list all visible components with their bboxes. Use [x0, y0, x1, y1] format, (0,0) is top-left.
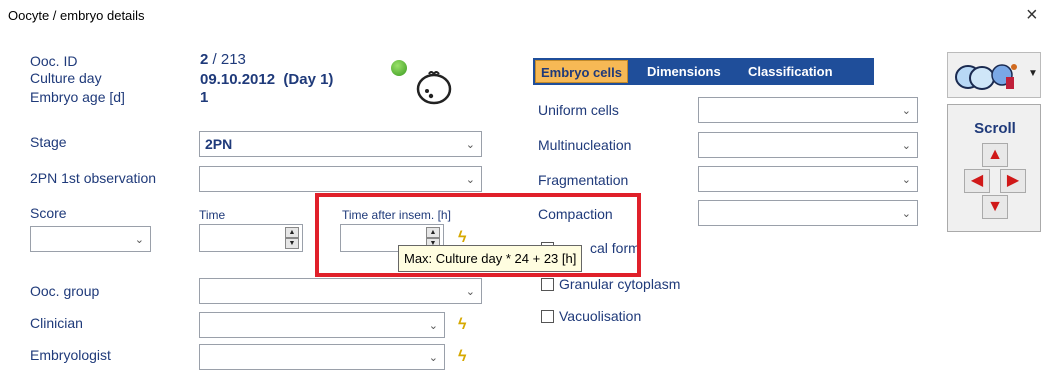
chevron-down-icon: ⌄ — [901, 105, 911, 117]
chevron-down-icon: ⌄ — [465, 174, 475, 186]
ooc-id-label: Ooc. ID — [30, 53, 78, 69]
ooc-group-label: Ooc. group — [30, 283, 100, 299]
chevron-down-icon: ⌄ — [901, 208, 911, 220]
lightning-icon[interactable]: ϟ — [458, 316, 466, 334]
chevron-down-icon: ⌄ — [428, 320, 438, 332]
granular-cytoplasm-checkbox[interactable] — [541, 278, 554, 291]
clinician-select[interactable]: ⌄ — [199, 312, 445, 338]
stage-select-value: 2PN — [205, 136, 233, 152]
granular-cytoplasm-label: Granular cytoplasm — [559, 276, 681, 292]
title-bar: Oocyte / embryo details × — [0, 0, 1049, 30]
time-spinner[interactable]: ▲ ▼ — [199, 224, 303, 252]
spin-down-icon[interactable]: ▼ — [285, 238, 299, 249]
scroll-panel: Scroll ▲ ◀ ▶ ▼ — [947, 104, 1041, 232]
scroll-down-icon[interactable]: ▼ — [982, 195, 1008, 219]
people-button[interactable]: ▼ — [947, 52, 1041, 98]
embryologist-label: Embryologist — [30, 347, 111, 363]
tab-bar: Embryo cells Dimensions Classification — [533, 58, 874, 85]
status-dot-icon — [391, 60, 407, 76]
stage-select[interactable]: 2PN ⌄ — [199, 131, 482, 157]
multinucleation-select[interactable]: ⌄ — [698, 132, 918, 158]
scroll-up-icon[interactable]: ▲ — [982, 143, 1008, 167]
embryo-age-label: Embryo age [d] — [30, 89, 125, 105]
stage-label: Stage — [30, 134, 67, 150]
lightning-icon[interactable]: ϟ — [458, 348, 466, 366]
vacuolisation-checkbox[interactable] — [541, 310, 554, 323]
tab-embryo-cells[interactable]: Embryo cells — [535, 60, 628, 83]
embryo-age-value: 1 — [200, 89, 209, 106]
ooc-group-select[interactable]: ⌄ — [199, 278, 482, 304]
dropdown-arrow-icon[interactable]: ▼ — [1028, 68, 1038, 79]
ooc-id-value: 2 / 213 — [200, 51, 246, 68]
scroll-title: Scroll — [974, 120, 1016, 137]
chevron-down-icon: ⌄ — [465, 286, 475, 298]
pn1-select[interactable]: ⌄ — [199, 166, 482, 192]
score-label: Score — [30, 205, 67, 221]
chevron-down-icon: ⌄ — [428, 352, 438, 364]
culture-day-value: 09.10.2012 (Day 1) — [200, 71, 334, 88]
scroll-left-icon[interactable]: ◀ — [964, 169, 990, 193]
tab-classification[interactable]: Classification — [743, 60, 838, 83]
culture-day-label: Culture day — [30, 70, 102, 86]
tooltip: Max: Culture day * 24 + 23 [h] — [398, 245, 583, 272]
ooc-id-total: / 213 — [208, 51, 246, 68]
multinucleation-label: Multinucleation — [538, 137, 632, 153]
time-label: Time — [199, 208, 226, 222]
score-select[interactable]: ⌄ — [30, 226, 151, 252]
window-title: Oocyte / embryo details — [8, 8, 145, 23]
tab-dimensions[interactable]: Dimensions — [642, 60, 726, 83]
spin-up-icon[interactable]: ▲ — [285, 227, 299, 238]
chevron-down-icon: ⌄ — [901, 140, 911, 152]
pn1-label: 2PN 1st observation — [30, 170, 157, 186]
fragmentation-select[interactable]: ⌄ — [698, 166, 918, 192]
chevron-down-icon: ⌄ — [465, 139, 475, 151]
chevron-down-icon: ⌄ — [901, 174, 911, 186]
scroll-right-icon[interactable]: ▶ — [1000, 169, 1026, 193]
embryologist-select[interactable]: ⌄ — [199, 344, 445, 370]
people-icon — [955, 64, 1017, 90]
uniform-cells-label: Uniform cells — [538, 102, 619, 118]
vacuolisation-label: Vacuolisation — [559, 308, 642, 324]
compaction-select[interactable]: ⌄ — [698, 200, 918, 226]
close-icon[interactable]: × — [1026, 4, 1038, 27]
clinician-label: Clinician — [30, 315, 83, 331]
uniform-cells-select[interactable]: ⌄ — [698, 97, 918, 123]
embryo-icon — [416, 71, 452, 105]
chevron-down-icon: ⌄ — [134, 234, 144, 246]
fragmentation-label: Fragmentation — [538, 172, 629, 188]
